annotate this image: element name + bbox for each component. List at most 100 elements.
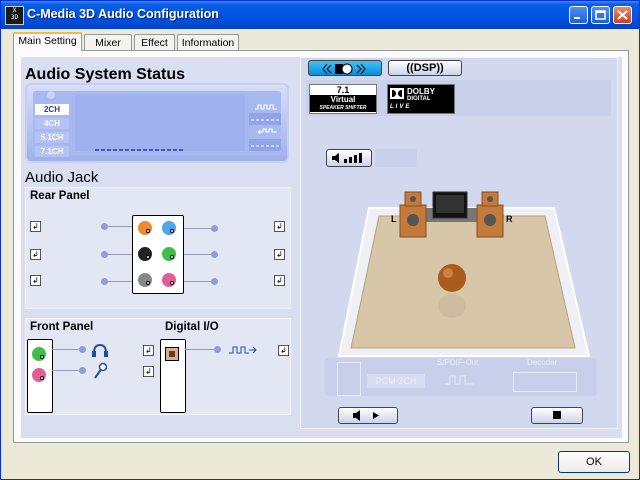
rear-jack-black[interactable]	[138, 247, 152, 261]
left-channel-label: L	[391, 214, 397, 224]
spdif-port[interactable]	[165, 347, 179, 361]
dolby-logo-line1: DOLBY	[407, 87, 435, 96]
front-jack-checkbox-2[interactable]: ↲	[143, 366, 154, 377]
digital-jack-frame	[160, 339, 186, 413]
rear-panel-label: Rear Panel	[30, 190, 90, 202]
stop-icon	[553, 411, 561, 419]
front-jack-dot	[79, 367, 86, 374]
status-graphics	[47, 91, 281, 151]
maximize-icon	[595, 10, 606, 20]
front-jack-green[interactable]	[32, 347, 46, 361]
tab-effect[interactable]: Effect	[134, 34, 175, 50]
rear-jack-checkbox-3[interactable]: ↲	[30, 275, 41, 286]
tab-mixer[interactable]: Mixer	[84, 34, 132, 50]
tab-main-setting[interactable]: Main Setting	[13, 32, 82, 51]
front-jack-frame	[27, 339, 53, 413]
rear-jack-checkbox-2[interactable]: ↲	[30, 249, 41, 260]
status-heading: Audio System Status	[25, 66, 186, 83]
rear-panel-box: Rear Panel ↲ ↲ ↲ ↲ ↲ ↲	[25, 187, 291, 309]
rear-jack-dot	[211, 251, 218, 258]
audio-jack-heading: Audio Jack	[25, 169, 99, 186]
rear-jack-line	[184, 281, 211, 282]
right-channel-label: R	[506, 214, 513, 224]
speaker-mode-4ch[interactable]: 4CH	[35, 118, 69, 129]
rear-jack-checkbox-5[interactable]: ↲	[274, 249, 285, 260]
decoder-label: Decoder	[527, 358, 558, 367]
rear-jack-dot	[101, 251, 108, 258]
status-screen: 2CH 4CH 5.1CH 7.1CH	[33, 91, 281, 157]
headphones-icon	[92, 343, 108, 357]
digital-io-label: Digital I/O	[165, 321, 219, 333]
dsp-wave-icon-right: ))	[436, 62, 444, 74]
front-panel-label: Front Panel	[30, 321, 94, 333]
speaker-mode-7-1ch[interactable]: 7.1CH	[35, 146, 69, 157]
rear-jack-dot	[211, 278, 218, 285]
digital-checkbox[interactable]: ↲	[278, 345, 289, 356]
rear-jack-checkbox-4[interactable]: ↲	[274, 221, 285, 232]
maximize-button[interactable]	[591, 6, 610, 24]
minimize-icon	[574, 17, 580, 19]
rear-jack-dot	[101, 278, 108, 285]
virtual-logo-bottom: SPEAKER SHIFTER	[310, 104, 376, 112]
speaker-wave-icon	[322, 63, 366, 75]
digital-jack-dot	[214, 346, 221, 353]
virtual-logo-middle: Virtual	[310, 95, 376, 104]
speaker-panel: ((DSP)) 7.1 Virtual SPEAKER SHIFTER DOLB…	[300, 57, 618, 429]
dolby-mark-icon	[390, 88, 404, 99]
volume-button[interactable]	[326, 149, 372, 167]
digital-signal-icon	[229, 346, 257, 354]
main-window: X 3D C-Media 3D Audio Configuration Main …	[0, 0, 640, 480]
close-button[interactable]	[613, 6, 632, 24]
dsp-wave-icon: ((	[406, 62, 414, 74]
speaker-stage: L R	[337, 191, 591, 357]
speaker-mode-button[interactable]	[308, 60, 382, 76]
ok-button[interactable]: OK	[558, 451, 630, 473]
window-title: C-Media 3D Audio Configuration	[27, 7, 219, 21]
tab-panel: Audio System Status 2CH 4CH 5.1CH 7.1CH …	[13, 50, 629, 443]
spdif-out-label: S/PDIF-Out	[437, 358, 479, 367]
dolby-logo-line3: LIVE	[390, 104, 412, 110]
pc-case-icon	[337, 362, 361, 396]
speaker-mode-5-1ch[interactable]: 5.1CH	[35, 132, 69, 143]
minimize-button[interactable]	[569, 6, 588, 24]
dsp-button[interactable]: ((DSP))	[388, 60, 462, 76]
spdif-status-bar: PCM 2CH S/PDIF-Out Decoder	[325, 358, 597, 396]
rear-jack-gray[interactable]	[138, 273, 152, 287]
dsp-label: DSP	[413, 62, 437, 74]
dolby-digital-live-logo[interactable]: DOLBY DIGITAL LIVE	[387, 84, 455, 114]
rear-jack-dot	[101, 223, 108, 230]
close-icon	[617, 10, 628, 20]
rear-jack-blue[interactable]	[162, 221, 176, 235]
rear-jack-green[interactable]	[162, 247, 176, 261]
rear-jack-line	[184, 254, 211, 255]
microphone-icon	[94, 362, 107, 379]
rear-jack-line	[108, 254, 132, 255]
rear-jack-line	[184, 228, 211, 229]
rear-jack-checkbox-6[interactable]: ↲	[274, 275, 285, 286]
tab-information[interactable]: Information	[177, 34, 239, 50]
front-jack-checkbox-1[interactable]: ↲	[143, 345, 154, 356]
rear-jack-line	[108, 226, 132, 227]
stop-button[interactable]	[531, 407, 583, 424]
virtual-logo-top: 7.1	[336, 85, 350, 95]
title-bar[interactable]: X 3D C-Media 3D Audio Configuration	[1, 1, 639, 29]
front-jack-line	[52, 370, 79, 371]
rear-jack-checkbox-1[interactable]: ↲	[30, 221, 41, 232]
test-play-button[interactable]	[338, 407, 398, 424]
front-panel-box: Front Panel Digital I/O ↲ ↲ ↲	[25, 318, 291, 415]
main-setting-area: Audio System Status 2CH 4CH 5.1CH 7.1CH …	[21, 57, 622, 438]
digital-jack-line	[185, 349, 214, 350]
rear-jack-dot	[211, 225, 218, 232]
rear-jack-pink[interactable]	[162, 273, 176, 287]
speaker-play-icon	[353, 410, 379, 421]
decoder-icon	[513, 372, 577, 392]
rear-jack-orange[interactable]	[138, 221, 152, 235]
status-display: 2CH 4CH 5.1CH 7.1CH	[25, 83, 289, 163]
virtual-speaker-shifter-logo[interactable]: 7.1 Virtual SPEAKER SHIFTER	[309, 84, 377, 114]
rear-jack-line	[108, 281, 132, 282]
speaker-mode-2ch[interactable]: 2CH	[35, 104, 69, 115]
front-jack-pink[interactable]	[32, 368, 46, 382]
app-icon: X 3D	[5, 6, 24, 25]
pcm-status: PCM 2CH	[367, 374, 425, 388]
volume-icon	[332, 153, 362, 163]
